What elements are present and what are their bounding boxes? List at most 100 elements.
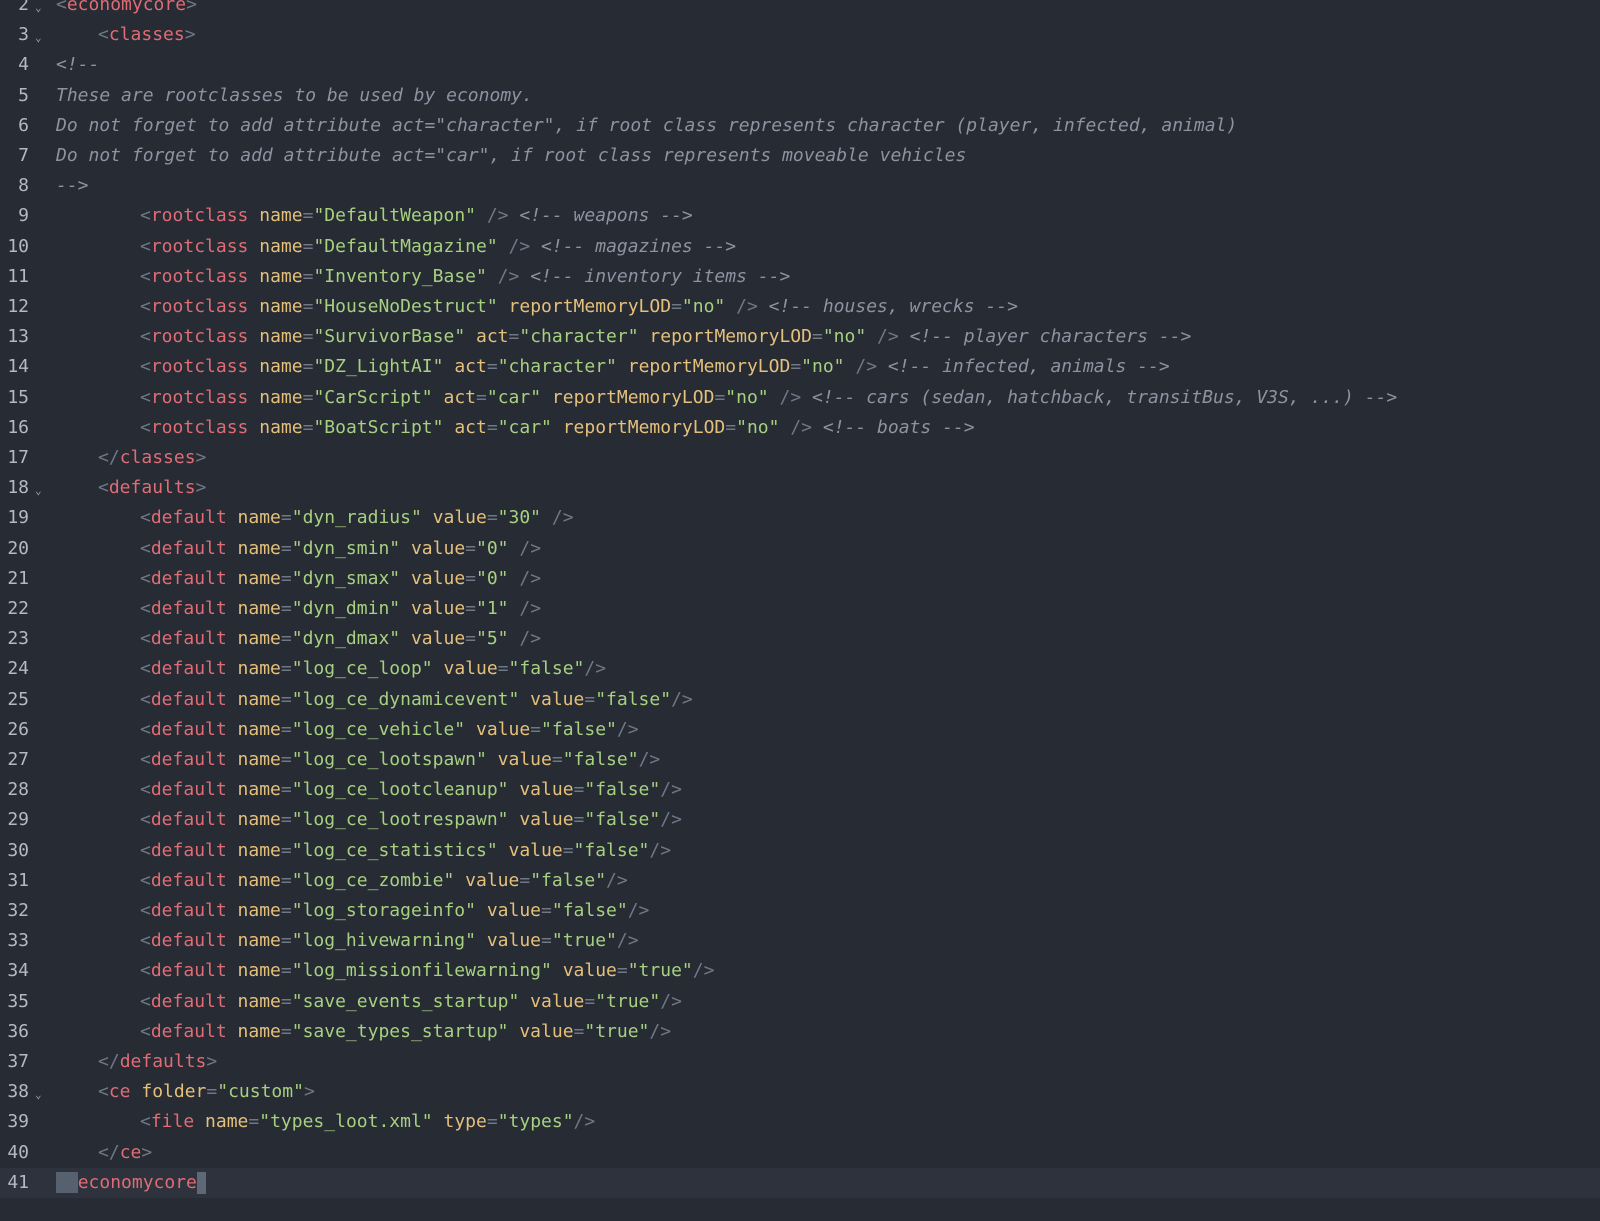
code-text[interactable]: <default name="dyn_dmax" value="5" /> [140,624,541,654]
code-text[interactable]: These are rootclasses to be used by econ… [56,81,533,111]
string-value: "false" [508,658,585,680]
code-text[interactable]: <default name="log_ce_lootrespawn" value… [140,805,682,835]
code-line[interactable]: 3 ⌄ <classes> [0,20,1600,50]
attribute-name: value [486,930,542,952]
code-line[interactable]: 37 </defaults> [0,1047,1600,1077]
punctuation: < [140,990,151,1012]
code-line[interactable]: 25 <default name="log_ce_dynamicevent" va… [0,685,1600,715]
code-text[interactable]: <rootclass name="DefaultMagazine" /> <!-… [140,232,736,262]
code-line[interactable]: 27 <default name="log_ce_lootspawn" value… [0,745,1600,775]
code-text[interactable]: <default name="dyn_smin" value="0" /> [140,534,541,564]
punctuation: = [671,296,682,317]
chevron-down-icon[interactable]: ⌄ [35,476,42,506]
code-text[interactable]: </ce> [98,1138,152,1168]
code-line[interactable]: 12 <rootclass name="HouseNoDestruct" repo… [0,292,1600,322]
code-line[interactable]: 8 --> [0,171,1600,201]
code-line[interactable]: 35 <default name="save_events_startup" va… [0,987,1600,1017]
code-line[interactable]: 30 <default name="log_ce_statistics" valu… [0,836,1600,866]
attribute-name: name [259,386,303,408]
code-line[interactable]: 33 <default name="log_hivewarning" value=… [0,926,1600,956]
code-text[interactable]: <default name="dyn_smax" value="0" /> [140,564,541,594]
code-line[interactable]: 13 <rootclass name="SurvivorBase" act="ch… [0,322,1600,352]
code-text[interactable]: Do not forget to add attribute act="char… [56,111,1237,141]
code-text[interactable]: Do not forget to add attribute act="car"… [56,141,966,171]
code-text[interactable]: <rootclass name="HouseNoDestruct" report… [140,292,1018,322]
code-line[interactable]: 41 </economycore [0,1167,1600,1198]
code-line[interactable]: 40 </ce> [0,1138,1600,1168]
code-text[interactable]: <default name="log_missionfilewarning" v… [140,956,714,986]
code-line[interactable]: 28 <default name="log_ce_lootcleanup" val… [0,775,1600,805]
code-line[interactable]: 15 <rootclass name="CarScript" act="car" … [0,383,1600,413]
code-text[interactable]: <default name="log_storageinfo" value="f… [140,896,649,926]
code-text[interactable]: <default name="log_ce_vehicle" value="fa… [140,715,639,745]
code-line[interactable]: 19 <default name="dyn_radius" value="30" … [0,503,1600,533]
code-text[interactable]: <file name="types_loot.xml" type="types"… [140,1107,595,1137]
code-text[interactable]: <!-- [56,50,99,80]
code-text[interactable]: <default name="log_ce_loop" value="false… [140,654,606,684]
punctuation: < [140,326,151,348]
code-text[interactable]: <default name="save_types_startup" value… [140,1017,671,1047]
code-text[interactable]: --> [56,171,89,201]
code-editor[interactable]: 2 ⌄ <economycore> 3 ⌄ <classes> 4 <!-- 5 These ar… [0,0,1600,1221]
code-text[interactable]: <ce folder="custom"> [98,1077,315,1107]
code-text[interactable]: <defaults> [98,473,206,503]
code-line[interactable]: 10 <rootclass name="DefaultMagazine" /> <… [0,232,1600,262]
code-text[interactable]: <default name="log_ce_zombie" value="fal… [140,866,628,896]
code-line[interactable]: 16 <rootclass name="BoatScript" act="car"… [0,413,1600,443]
code-line[interactable]: 17 </classes> [0,443,1600,473]
code-line[interactable]: 7 Do not forget to add attribute act="car… [0,141,1600,171]
code-text[interactable]: </defaults> [98,1047,217,1077]
comment: Do not forget to add attribute act="car"… [56,145,967,166]
code-line[interactable]: 36 <default name="save_types_startup" val… [0,1017,1600,1047]
code-text[interactable]: <default name="log_ce_lootcleanup" value… [140,775,682,805]
code-text[interactable]: <rootclass name="DefaultWeapon" /> <!-- … [140,201,693,231]
code-line[interactable]: 6 Do not forget to add attribute act="cha… [0,111,1600,141]
code-text[interactable]: <default name="dyn_dmin" value="1" /> [140,594,541,624]
code-text[interactable]: <default name="save_events_startup" valu… [140,987,682,1017]
code-text[interactable]: </classes> [98,443,206,473]
code-text[interactable]: <default name="dyn_radius" value="30" /> [140,503,574,533]
code-text[interactable]: <rootclass name="BoatScript" act="car" r… [140,413,975,443]
code-text[interactable]: </economycore [56,1168,206,1198]
code-line[interactable]: 21 <default name="dyn_smax" value="0" /> [0,564,1600,594]
code-line[interactable]: 38 ⌄ <ce folder="custom"> [0,1077,1600,1107]
string-value: "false" [541,718,617,740]
code-line[interactable]: 23 <default name="dyn_dmax" value="5" /> [0,624,1600,654]
code-line[interactable]: 9 <rootclass name="DefaultWeapon" /> <!--… [0,201,1600,231]
code-line[interactable]: 14 <rootclass name="DZ_LightAI" act="char… [0,352,1600,382]
code-text[interactable]: <economycore> [56,0,197,20]
code-text[interactable]: <rootclass name="SurvivorBase" act="char… [140,322,1191,352]
attribute-name: value [410,567,466,589]
code-line[interactable]: 26 <default name="log_ce_vehicle" value="… [0,715,1600,745]
code-text[interactable]: <rootclass name="Inventory_Base" /> <!--… [140,262,790,292]
punctuation: = [302,326,314,348]
code-line[interactable]: 20 <default name="dyn_smin" value="0" /> [0,534,1600,564]
code-line[interactable]: 32 <default name="log_storageinfo" value=… [0,896,1600,926]
code-text[interactable]: <default name="log_ce_lootspawn" value="… [140,745,660,775]
string-value: "log_ce_lootspawn" [291,749,487,770]
code-line[interactable]: 5 These are rootclasses to be used by eco… [0,81,1600,111]
attribute-name: act [454,416,487,438]
code-line[interactable]: 34 <default name="log_missionfilewarning"… [0,956,1600,986]
code-line[interactable]: 24 <default name="log_ce_loop" value="fal… [0,654,1600,684]
code-line[interactable]: 29 <default name="log_ce_lootrespawn" val… [0,805,1600,835]
chevron-down-icon[interactable]: ⌄ [35,1080,42,1110]
punctuation: /> [519,598,542,619]
code-text[interactable]: <classes> [98,20,196,50]
code-line[interactable]: 4 <!-- [0,50,1600,80]
code-text[interactable]: <default name="log_hivewarning" value="t… [140,926,639,956]
code-line[interactable]: 31 <default name="log_ce_zombie" value="f… [0,866,1600,896]
code-line[interactable]: 18 ⌄ <defaults> [0,473,1600,503]
chevron-down-icon[interactable]: ⌄ [35,23,42,53]
code-text[interactable]: <rootclass name="CarScript" act="car" re… [140,383,1397,413]
attribute-name: reportMemoryLOD [649,326,812,348]
code-text[interactable]: <rootclass name="DZ_LightAI" act="charac… [140,352,1170,382]
code-line[interactable]: 39 <file name="types_loot.xml" type="type… [0,1107,1600,1137]
code-text[interactable]: <default name="log_ce_statistics" value=… [140,836,671,866]
code-line[interactable]: 22 <default name="dyn_dmin" value="1" /> [0,594,1600,624]
code-line[interactable]: 11 <rootclass name="Inventory_Base" /> <!… [0,262,1600,292]
code-line[interactable]: 2 ⌄ <economycore> [0,0,1600,20]
code-text[interactable]: <default name="log_ce_dynamicevent" valu… [140,685,693,715]
